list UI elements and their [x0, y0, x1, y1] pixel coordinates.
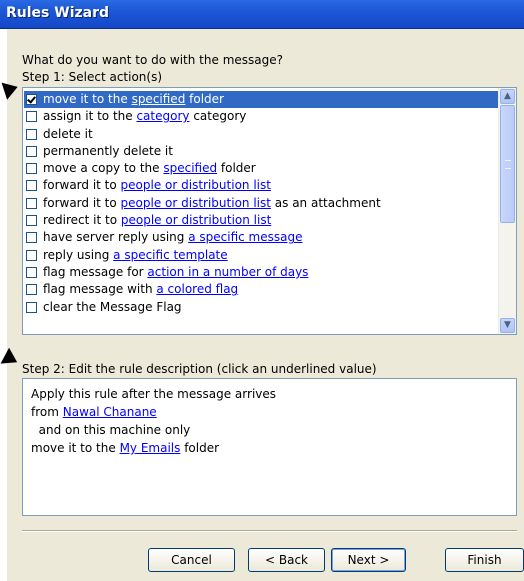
actions-listbox[interactable]: move it to the specified folder assign it… [22, 87, 517, 335]
action-link[interactable]: category [136, 109, 189, 123]
description-text: from [31, 405, 63, 419]
grip-icon [505, 160, 511, 169]
action-checkbox[interactable] [26, 163, 37, 175]
action-checkbox[interactable] [26, 301, 37, 313]
separator [22, 530, 517, 532]
scroll-down-button[interactable]: ▼ [500, 318, 515, 333]
action-item[interactable]: delete it [24, 126, 499, 143]
action-text: assign it to the [43, 109, 137, 124]
action-item[interactable]: flag message for action in a number of d… [24, 264, 499, 281]
action-link[interactable]: people or distribution list [121, 213, 271, 227]
action-item[interactable]: move it to the specified folder [24, 91, 499, 109]
back-button[interactable]: < Back [248, 548, 325, 572]
action-item[interactable]: reply using a specific template [24, 247, 499, 264]
rule-description-box[interactable]: Apply this rule after the message arrive… [22, 378, 517, 516]
action-text: flag message for [43, 264, 148, 279]
action-text: flag message with [43, 282, 157, 297]
step2-label: Step 2: Edit the rule description (click… [22, 362, 377, 376]
scroll-thumb[interactable] [500, 105, 515, 223]
description-line: from Nawal Chanane [31, 403, 508, 421]
action-link[interactable]: a specific message [188, 230, 302, 244]
action-checkbox[interactable] [26, 180, 37, 192]
actions-list: move it to the specified folder assign it… [24, 91, 499, 316]
window-title: Rules Wizard [6, 5, 110, 21]
action-item[interactable]: flag message with a colored flag [24, 281, 499, 298]
action-link[interactable]: people or distribution list [121, 196, 271, 210]
action-link[interactable]: specified [132, 92, 186, 106]
prompt-text: What do you want to do with the message? [22, 53, 283, 67]
scroll-up-button[interactable]: ▲ [500, 89, 515, 104]
action-checkbox[interactable] [26, 284, 37, 296]
actions-scrollbar[interactable]: ▲ ▼ [498, 88, 516, 334]
finish-button[interactable]: Finish [445, 548, 524, 572]
description-line: move it to the My Emails folder [31, 439, 508, 457]
action-item[interactable]: permanently delete it [24, 143, 499, 160]
action-link[interactable]: a specific template [113, 248, 228, 262]
action-checkbox[interactable] [26, 94, 37, 105]
action-text: move it to the [43, 92, 132, 106]
action-text: forward it to [43, 195, 121, 210]
action-text: folder [217, 161, 256, 176]
action-checkbox[interactable] [26, 145, 37, 157]
description-line: and on this machine only [31, 421, 508, 439]
title-bar[interactable]: Rules Wizard [0, 0, 524, 29]
action-text: move a copy to the [43, 161, 164, 176]
action-text: forward it to [43, 178, 121, 193]
action-item[interactable]: forward it to people or distribution lis… [24, 177, 499, 194]
action-text: redirect it to [43, 213, 121, 228]
description-text: Apply this rule after the message arrive… [31, 387, 277, 401]
action-text: category [189, 109, 247, 124]
action-item[interactable]: clear the Message Flag [24, 299, 499, 316]
description-text: and on this machine only [31, 423, 191, 437]
action-checkbox[interactable] [26, 111, 37, 123]
action-text: as an attachment [270, 195, 381, 210]
action-text: delete it [43, 126, 93, 141]
action-item[interactable]: assign it to the category category [24, 108, 499, 125]
cancel-button[interactable]: Cancel [148, 548, 235, 572]
action-link[interactable]: a colored flag [156, 282, 238, 296]
action-item[interactable]: move a copy to the specified folder [24, 160, 499, 177]
action-link[interactable]: specified [163, 161, 217, 175]
action-checkbox[interactable] [26, 249, 37, 261]
action-text: reply using [43, 247, 114, 262]
action-text: clear the Message Flag [43, 299, 182, 314]
action-checkbox[interactable] [26, 232, 37, 244]
action-checkbox[interactable] [26, 215, 37, 227]
action-checkbox[interactable] [26, 266, 37, 278]
action-item[interactable]: forward it to people or distribution lis… [24, 195, 499, 212]
description-link[interactable]: My Emails [120, 441, 181, 455]
action-link[interactable]: action in a number of days [147, 265, 308, 279]
action-item[interactable]: redirect it to people or distribution li… [24, 212, 499, 229]
action-text: permanently delete it [43, 143, 173, 158]
action-item[interactable]: have server reply using a specific messa… [24, 229, 499, 246]
description-link[interactable]: Nawal Chanane [63, 405, 157, 419]
action-checkbox[interactable] [26, 128, 37, 140]
description-text: folder [180, 441, 220, 455]
action-text: folder [185, 92, 224, 106]
action-checkbox[interactable] [26, 197, 37, 209]
description-text: move it to the [31, 441, 120, 455]
action-text: have server reply using [43, 230, 189, 245]
step1-label: Step 1: Select action(s) [22, 70, 163, 84]
description-line: Apply this rule after the message arrive… [31, 385, 508, 403]
action-link[interactable]: people or distribution list [121, 178, 271, 192]
next-button[interactable]: Next > [331, 548, 406, 572]
